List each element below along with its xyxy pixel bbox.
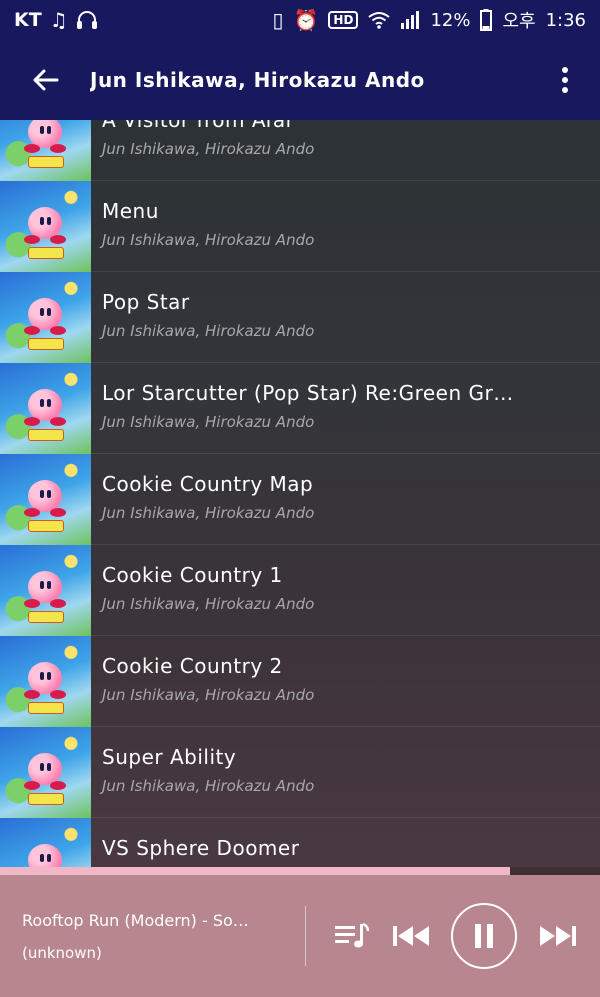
track-title: A Visitor from Afar [102,120,295,132]
track-title: VS Sphere Doomer [102,836,300,860]
album-art-thumbnail [0,181,91,272]
album-art-thumbnail [0,818,91,867]
album-art-thumbnail [0,120,91,181]
album-art-thumbnail [0,727,91,818]
track-row[interactable]: Cookie Country 1 Jun Ishikawa, Hirokazu A… [0,545,600,636]
skip-next-icon [539,926,576,946]
album-art-thumbnail [0,272,91,363]
vibrate-icon: ▯ [272,8,284,32]
track-artist: Jun Ishikawa, Hirokazu Ando [102,413,315,431]
now-playing-bar[interactable]: Rooftop Run (Modern) - So… (unknown) [0,875,600,997]
hd-badge: HD [328,11,359,29]
track-artist: Jun Ishikawa, Hirokazu Ando [102,231,315,249]
track-text: Cookie Country 1 Jun Ishikawa, Hirokazu A… [91,545,600,635]
track-artist: Jun Ishikawa, Hirokazu Ando [102,777,315,795]
carrier-label: KT [14,9,42,31]
track-text: Cookie Country 2 Jun Ishikawa, Hirokazu A… [91,636,600,726]
playback-progress-fill [0,867,510,875]
signal-icon [401,11,420,29]
track-title: Menu [102,199,159,223]
queue-music-icon [335,922,370,948]
now-playing-info[interactable]: Rooftop Run (Modern) - So… (unknown) [0,911,305,962]
track-row[interactable]: Lor Starcutter (Pop Star) Re:Green Gr… Ju… [0,363,600,454]
album-art-thumbnail [0,454,91,545]
queue-button[interactable] [334,922,370,950]
now-playing-title: Rooftop Run (Modern) - So… [22,910,249,930]
track-row[interactable]: VS Sphere DoomerJun Ishikawa, Hirokazu A… [0,818,600,867]
status-bar: KT ♫ ▯ ⏰ HD 12% 오후 1:36 [0,0,600,40]
status-right: ▯ ⏰ HD 12% 오후 1:36 [272,7,586,33]
track-artist: Jun Ishikawa, Hirokazu Ando [102,595,315,613]
track-row[interactable]: Super Ability Jun Ishikawa, Hirokazu Ando [0,727,600,818]
track-artist: Jun Ishikawa, Hirokazu Ando [102,504,315,522]
track-title: Lor Starcutter (Pop Star) Re:Green Gr… [102,381,514,405]
track-text: VS Sphere DoomerJun Ishikawa, Hirokazu A… [91,818,600,867]
track-row[interactable]: A Visitor from Afar Jun Ishikawa, Hirokaz… [0,120,600,181]
track-artist: Jun Ishikawa, Hirokazu Ando [102,140,315,158]
playback-progress-bar[interactable] [0,867,600,875]
previous-button[interactable] [391,924,431,948]
track-title: Cookie Country 1 [102,563,283,587]
track-title: Pop Star [102,290,190,314]
clock: 1:36 [545,9,586,31]
track-row[interactable]: Cookie Country 2 Jun Ishikawa, Hirokazu A… [0,636,600,727]
playback-controls [306,903,600,969]
now-playing-artist: (unknown) [22,943,102,962]
music-note-icon: ♫ [49,8,68,32]
back-button[interactable] [0,40,90,120]
more-options-button[interactable] [530,40,600,120]
album-art-thumbnail [0,636,91,727]
next-button[interactable] [538,924,578,948]
album-art-thumbnail [0,363,91,454]
more-vert-icon [562,67,568,93]
pause-icon [475,924,494,948]
battery-icon [480,9,493,31]
page-title: Jun Ishikawa, Hirokazu Ando [90,68,425,92]
pause-button[interactable] [451,903,518,969]
track-row[interactable]: Cookie Country Map Jun Ishikawa, Hirokazu… [0,454,600,545]
track-artist: Jun Ishikawa, Hirokazu Ando [102,322,315,340]
headphones-icon [76,11,97,29]
arrow-left-icon [33,69,59,91]
alarm-icon: ⏰ [293,8,319,32]
track-row[interactable]: Pop Star Jun Ishikawa, Hirokazu Ando [0,272,600,363]
track-row[interactable]: Menu Jun Ishikawa, Hirokazu Ando [0,181,600,272]
track-title: Cookie Country 2 [102,654,283,678]
status-left: KT ♫ [14,9,98,31]
track-title: Super Ability [102,745,237,769]
track-text: A Visitor from Afar Jun Ishikawa, Hirokaz… [91,120,600,180]
skip-previous-icon [392,926,429,946]
wifi-icon [368,12,391,29]
track-text: Cookie Country Map Jun Ishikawa, Hirokazu… [91,454,600,544]
app-bar: Jun Ishikawa, Hirokazu Ando [0,40,600,120]
track-text: Menu Jun Ishikawa, Hirokazu Ando [91,181,600,271]
track-list-inner: A Visitor from Afar Jun Ishikawa, Hirokaz… [0,120,600,867]
battery-percent: 12% [430,9,471,31]
track-list[interactable]: A Visitor from Afar Jun Ishikawa, Hirokaz… [0,120,600,867]
track-text: Lor Starcutter (Pop Star) Re:Green Gr… Ju… [91,363,600,453]
track-text: Super Ability Jun Ishikawa, Hirokazu Ando [91,727,600,817]
track-title: Cookie Country Map [102,472,314,496]
track-text: Pop Star Jun Ishikawa, Hirokazu Ando [91,272,600,362]
track-artist: Jun Ishikawa, Hirokazu Ando [102,686,315,704]
album-art-thumbnail [0,545,91,636]
ampm-label: 오후 [502,11,536,32]
